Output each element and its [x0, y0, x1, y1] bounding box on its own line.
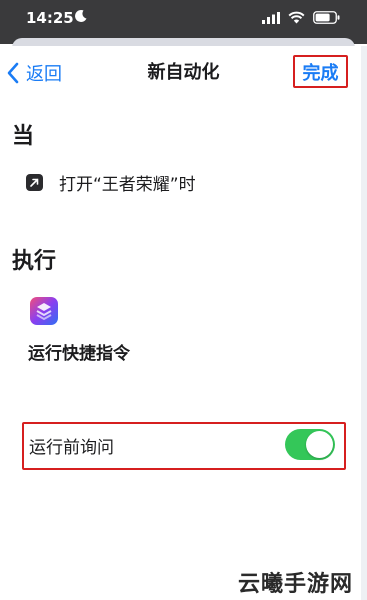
shortcuts-app-icon[interactable]: [30, 297, 58, 325]
watermark: 云曦手游网: [238, 572, 354, 597]
battery-icon: [313, 11, 340, 24]
ask-before-running-label: 运行前询问: [29, 438, 114, 458]
action-label[interactable]: 运行快捷指令: [28, 339, 130, 364]
action-section-heading: 执行: [12, 249, 57, 274]
status-time: 14:25: [26, 9, 74, 27]
wifi-icon: [288, 11, 305, 24]
done-button[interactable]: 完成: [293, 55, 348, 88]
cellular-signal-icon: [262, 12, 280, 24]
trigger-row[interactable]: 打开“王者荣耀”时: [26, 170, 196, 195]
ask-before-running-toggle[interactable]: [285, 429, 335, 460]
trigger-section-heading: 当: [12, 124, 35, 149]
toggle-knob: [306, 431, 333, 458]
moon-icon: [75, 9, 87, 22]
open-app-arrow-icon: [26, 174, 43, 191]
ask-before-running-row: 运行前询问: [22, 422, 346, 470]
sheet-edge: [361, 46, 367, 600]
trigger-label: 打开“王者荣耀”时: [59, 175, 196, 195]
